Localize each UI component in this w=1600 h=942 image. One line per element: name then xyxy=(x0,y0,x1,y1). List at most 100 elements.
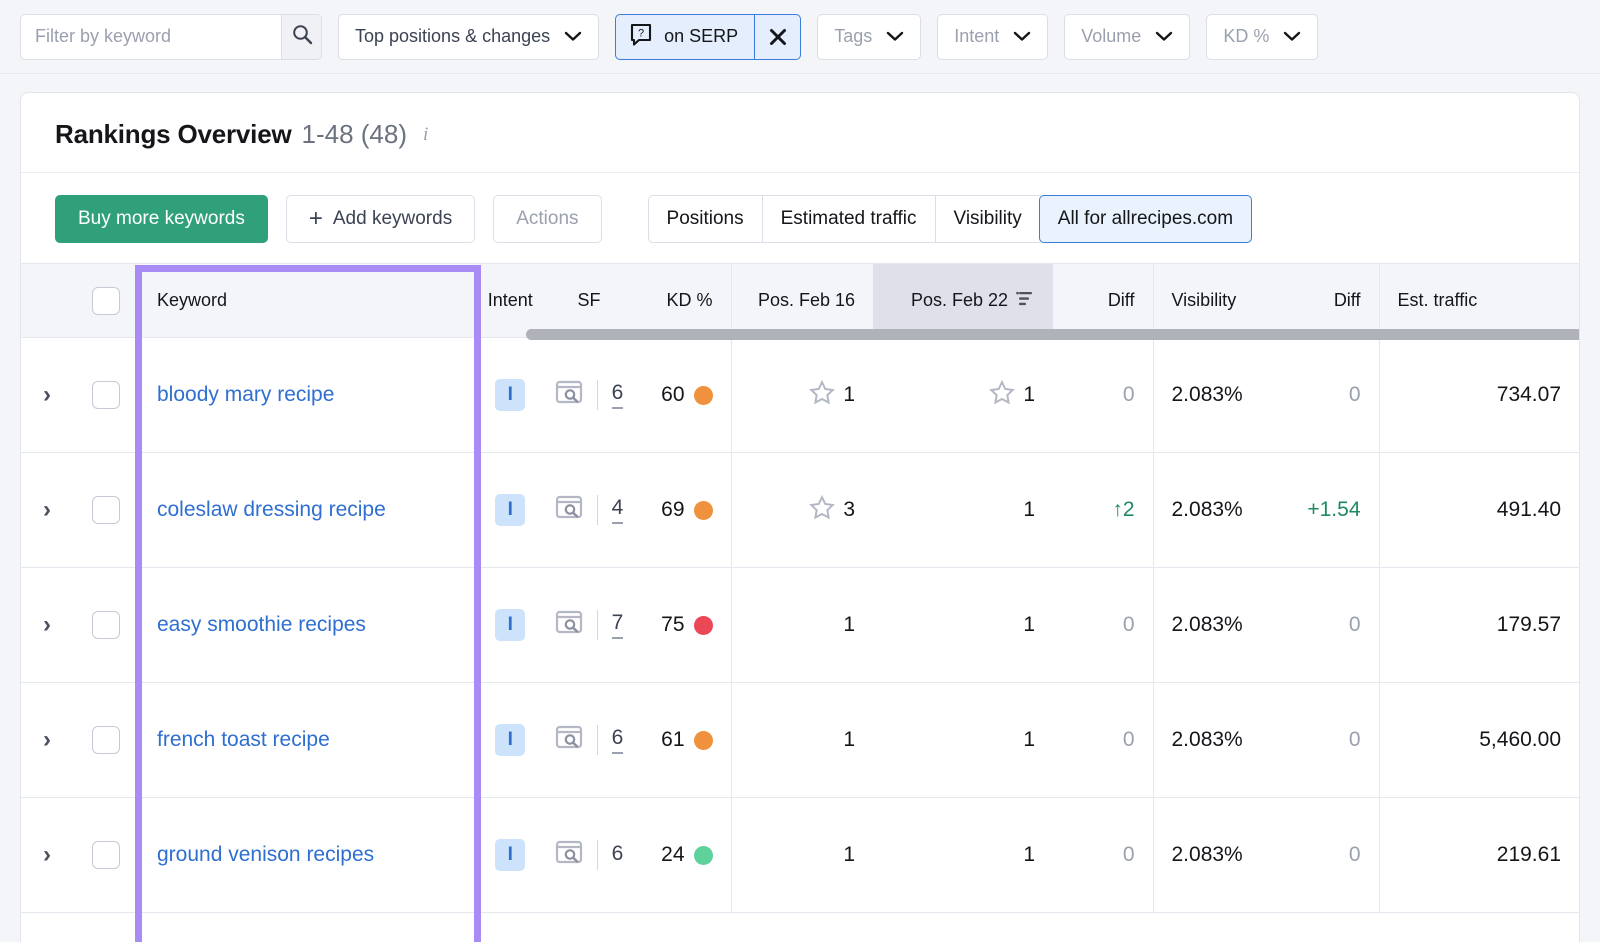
table-row[interactable]: ›french toast recipeI6611102.083%05,460.… xyxy=(21,683,1579,798)
chevron-right-icon[interactable]: › xyxy=(43,613,51,637)
keyword-link[interactable]: easy smoothie recipes xyxy=(157,613,366,636)
header-intent[interactable]: Intent xyxy=(477,264,543,338)
serp-preview-icon[interactable] xyxy=(555,839,583,871)
header-select-all[interactable] xyxy=(73,264,139,338)
chevron-right-icon[interactable]: › xyxy=(43,383,51,407)
tab-visibility[interactable]: Visibility xyxy=(935,195,1040,243)
chevron-down-icon xyxy=(564,26,582,47)
sf-count[interactable]: 6 xyxy=(612,842,624,868)
header-est-traffic[interactable]: Est. traffic xyxy=(1379,264,1579,338)
intent-filter-label: Intent xyxy=(954,26,999,47)
keyword-link[interactable]: bloody mary recipe xyxy=(157,383,334,406)
select-all-checkbox[interactable] xyxy=(92,287,120,315)
table-row[interactable]: ›bloody mary recipeI6601102.083%0734.07 xyxy=(21,338,1579,453)
row-diff-visibility-cell: +1.54 xyxy=(1291,453,1379,568)
row-keyword-cell[interactable]: easy smoothie recipes xyxy=(139,568,477,683)
row-intent-cell[interactable]: I xyxy=(477,798,543,913)
serp-preview-icon[interactable] xyxy=(555,724,583,756)
intent-badge[interactable]: I xyxy=(495,494,525,526)
serp-chip-close-button[interactable] xyxy=(754,15,800,59)
volume-filter-dropdown[interactable]: Volume xyxy=(1064,14,1190,60)
row-keyword-cell[interactable]: coleslaw dressing recipe xyxy=(139,453,477,568)
serp-filter-chip[interactable]: ? on SERP xyxy=(615,14,801,60)
serp-preview-icon[interactable] xyxy=(555,379,583,411)
kd-difficulty-dot xyxy=(694,731,713,750)
table-row[interactable]: ›ground venison recipesI6241102.083%0219… xyxy=(21,798,1579,913)
chevron-right-icon[interactable]: › xyxy=(43,843,51,867)
row-checkbox[interactable] xyxy=(92,611,120,639)
search-button[interactable] xyxy=(281,15,321,59)
header-diff-position[interactable]: Diff xyxy=(1053,264,1153,338)
actions-button[interactable]: Actions xyxy=(493,195,601,243)
row-expand-cell[interactable]: › xyxy=(21,683,73,798)
row-select-cell[interactable] xyxy=(73,453,139,568)
row-intent-cell[interactable]: I xyxy=(477,568,543,683)
pos-feb22-value: 1 xyxy=(1023,383,1035,407)
row-checkbox[interactable] xyxy=(92,841,120,869)
tab-estimated-traffic[interactable]: Estimated traffic xyxy=(762,195,935,243)
row-sf-cell[interactable]: 7 xyxy=(543,568,635,683)
tab-positions[interactable]: Positions xyxy=(648,195,762,243)
intent-badge[interactable]: I xyxy=(495,724,525,756)
header-sf[interactable]: SF xyxy=(543,264,635,338)
table-row[interactable]: ›easy smoothie recipesI7751102.083%0179.… xyxy=(21,568,1579,683)
row-kd-cell: 24 xyxy=(635,798,731,913)
row-keyword-cell[interactable]: bloody mary recipe xyxy=(139,338,477,453)
search-input[interactable] xyxy=(21,15,281,59)
sf-count[interactable]: 6 xyxy=(612,381,624,409)
sf-count[interactable]: 4 xyxy=(612,496,624,524)
row-select-cell[interactable] xyxy=(73,338,139,453)
row-expand-cell[interactable]: › xyxy=(21,798,73,913)
row-select-cell[interactable] xyxy=(73,568,139,683)
serp-preview-icon[interactable] xyxy=(555,609,583,641)
chevron-right-icon[interactable]: › xyxy=(43,498,51,522)
buy-more-keywords-button[interactable]: Buy more keywords xyxy=(55,195,268,243)
header-pos-feb16[interactable]: Pos. Feb 16 xyxy=(731,264,873,338)
intent-badge[interactable]: I xyxy=(495,379,525,411)
add-keywords-button[interactable]: + Add keywords xyxy=(286,195,475,243)
row-intent-cell[interactable]: I xyxy=(477,683,543,798)
horizontal-scrollbar[interactable] xyxy=(526,329,1580,340)
intent-filter-dropdown[interactable]: Intent xyxy=(937,14,1048,60)
header-visibility[interactable]: Visibility xyxy=(1153,264,1291,338)
row-checkbox[interactable] xyxy=(92,496,120,524)
row-keyword-cell[interactable]: french toast recipe xyxy=(139,683,477,798)
search-box[interactable] xyxy=(20,14,322,60)
table-row[interactable]: ›coleslaw dressing recipeI46931↑22.083%+… xyxy=(21,453,1579,568)
row-select-cell[interactable] xyxy=(73,798,139,913)
chevron-right-icon[interactable]: › xyxy=(43,728,51,752)
row-sf-cell[interactable]: 6 xyxy=(543,798,635,913)
row-select-cell[interactable] xyxy=(73,683,139,798)
row-expand-cell[interactable]: › xyxy=(21,453,73,568)
row-keyword-cell[interactable]: ground venison recipes xyxy=(139,798,477,913)
keyword-link[interactable]: coleslaw dressing recipe xyxy=(157,498,386,521)
intent-badge[interactable]: I xyxy=(495,609,525,641)
row-checkbox[interactable] xyxy=(92,726,120,754)
info-icon[interactable]: i xyxy=(423,124,428,146)
position-filter-dropdown[interactable]: Top positions & changes xyxy=(338,14,599,60)
header-kd[interactable]: KD % xyxy=(635,264,731,338)
serp-preview-icon[interactable] xyxy=(555,494,583,526)
sf-count[interactable]: 6 xyxy=(612,726,624,754)
kd-filter-dropdown[interactable]: KD % xyxy=(1206,14,1318,60)
row-sf-cell[interactable]: 6 xyxy=(543,683,635,798)
tab-all-for-domain[interactable]: All for allrecipes.com xyxy=(1039,195,1252,243)
row-intent-cell[interactable]: I xyxy=(477,453,543,568)
kd-value: 60 xyxy=(661,383,684,407)
header-diff-visibility[interactable]: Diff xyxy=(1291,264,1379,338)
row-sf-cell[interactable]: 6 xyxy=(543,338,635,453)
keyword-link[interactable]: french toast recipe xyxy=(157,728,330,751)
header-pos-feb22[interactable]: Pos. Feb 22 xyxy=(873,264,1053,338)
row-checkbox[interactable] xyxy=(92,381,120,409)
header-keyword[interactable]: Keyword xyxy=(139,264,477,338)
row-expand-cell[interactable]: › xyxy=(21,338,73,453)
row-expand-cell[interactable]: › xyxy=(21,568,73,683)
tags-filter-dropdown[interactable]: Tags xyxy=(817,14,921,60)
serp-feature-icon: ? xyxy=(630,23,652,51)
serp-chip-label: on SERP xyxy=(664,26,738,47)
sf-count[interactable]: 7 xyxy=(612,611,624,639)
row-sf-cell[interactable]: 4 xyxy=(543,453,635,568)
intent-badge[interactable]: I xyxy=(495,839,525,871)
row-intent-cell[interactable]: I xyxy=(477,338,543,453)
keyword-link[interactable]: ground venison recipes xyxy=(157,843,374,866)
